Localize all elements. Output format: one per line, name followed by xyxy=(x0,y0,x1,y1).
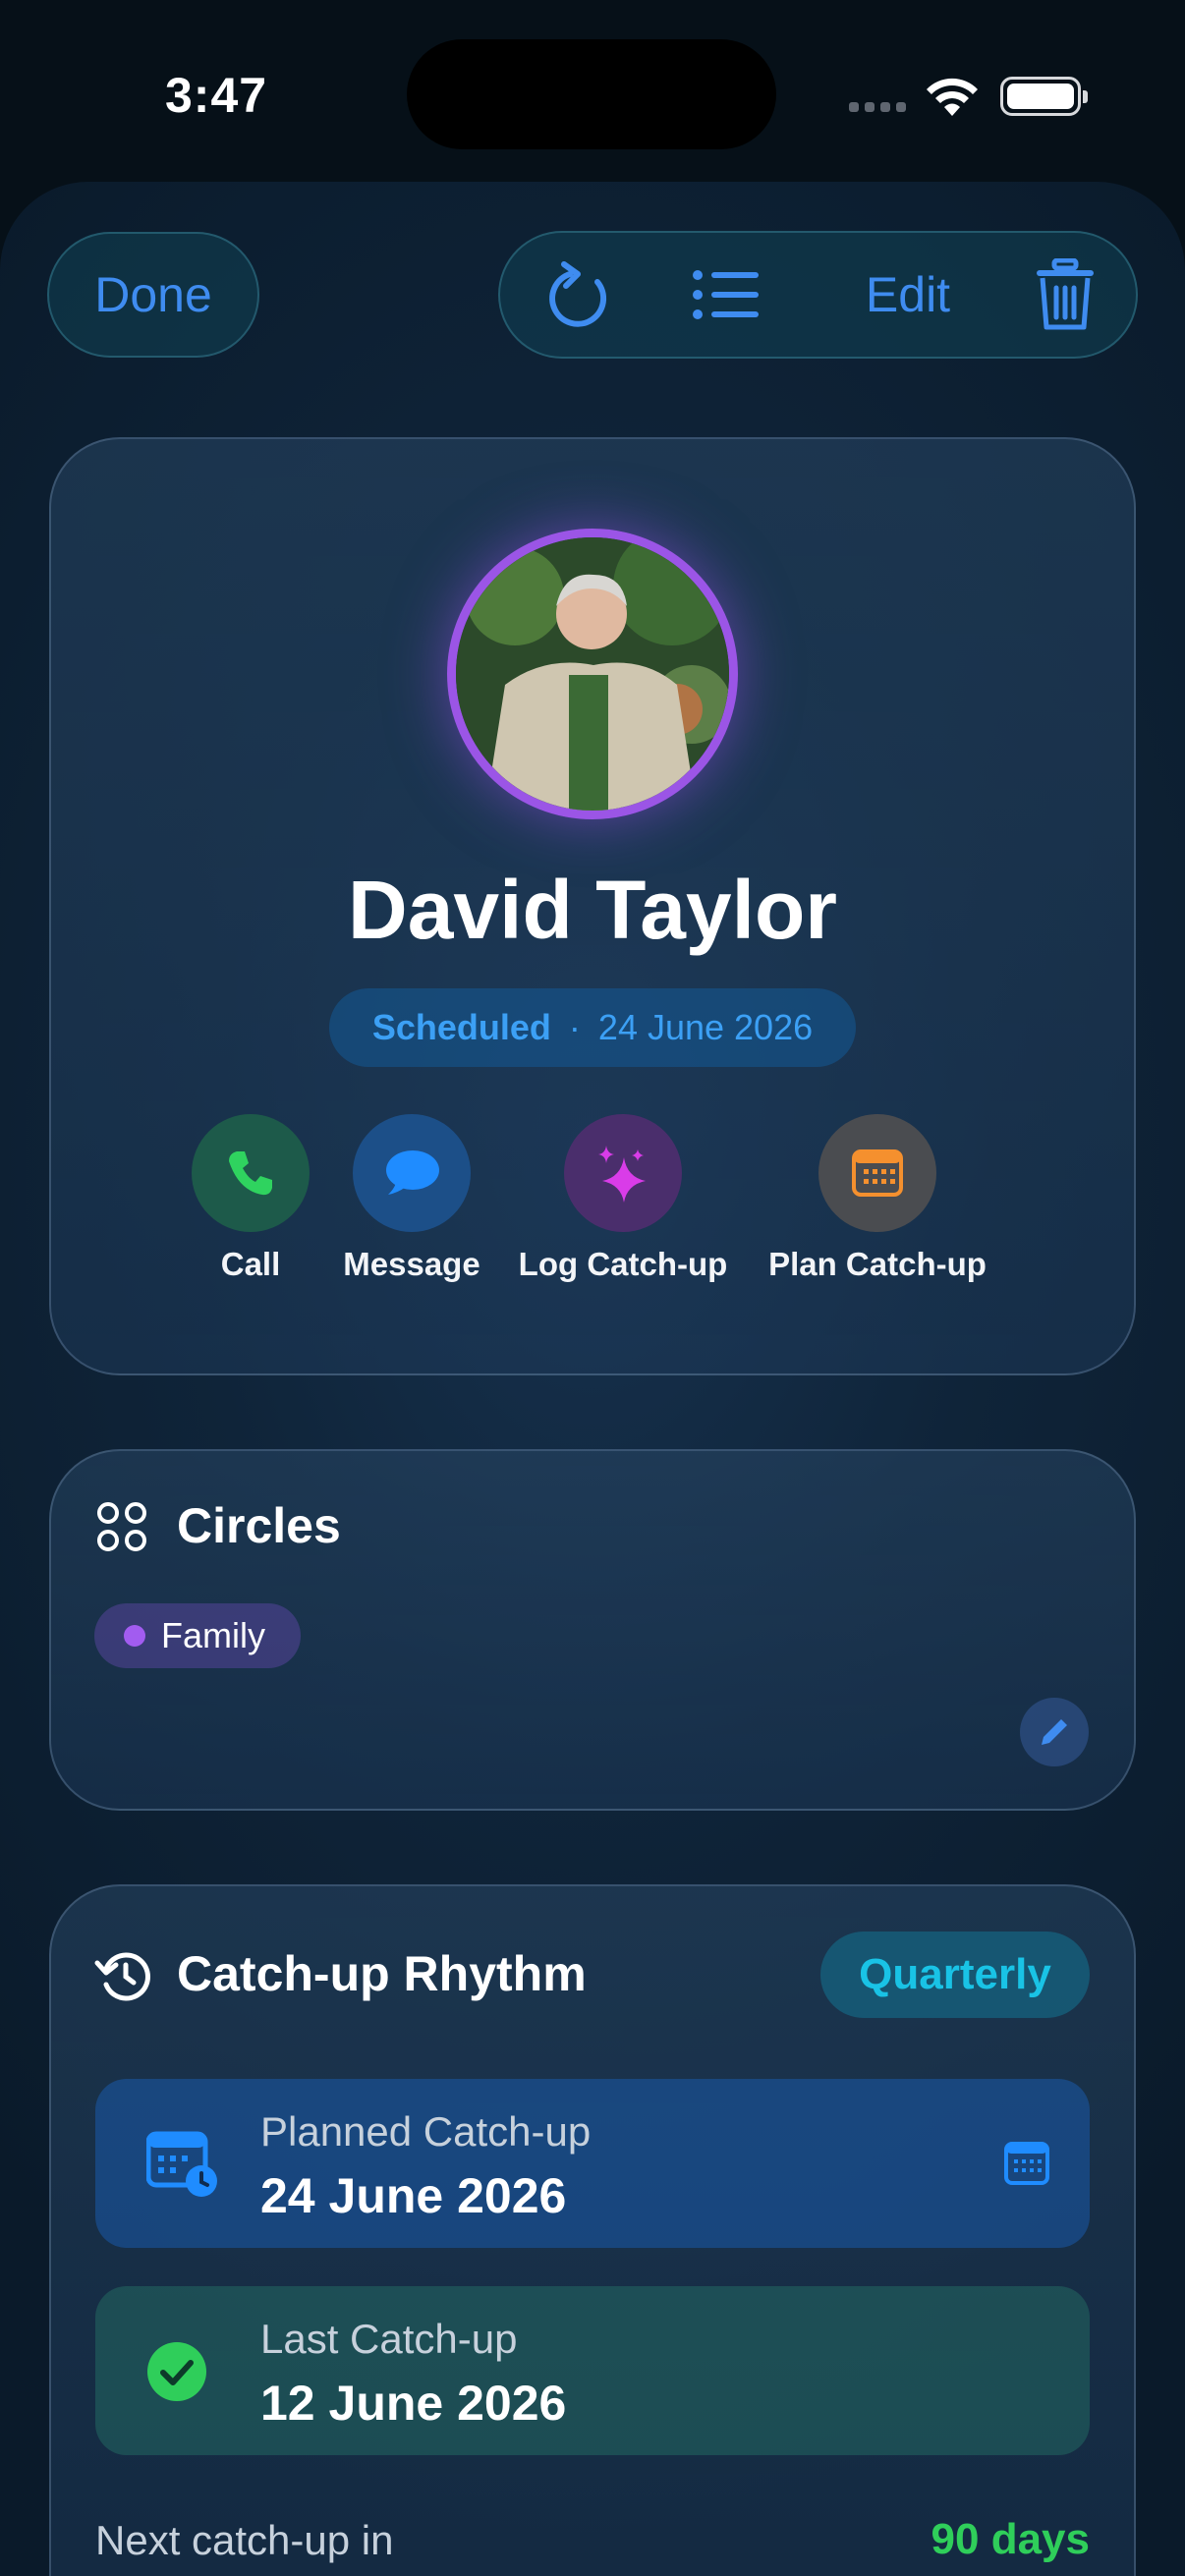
cellular-signal-icon xyxy=(849,102,906,112)
next-catchup-label: Next catch-up in xyxy=(95,2517,394,2563)
history-clock-icon xyxy=(94,1952,150,2001)
checkmark-circle-icon xyxy=(147,2342,206,2401)
rhythm-title: Catch-up Rhythm xyxy=(177,1946,587,2001)
trash-icon xyxy=(1037,258,1094,330)
status-separator: · xyxy=(568,1007,581,1047)
list-icon xyxy=(693,270,759,319)
log-catchup-button[interactable]: Log Catch-up xyxy=(505,1114,741,1283)
circle-chip-family[interactable]: Family xyxy=(94,1603,301,1668)
message-bubble-icon xyxy=(386,1150,439,1195)
delete-button[interactable] xyxy=(1011,233,1119,357)
edit-button[interactable]: Edit xyxy=(834,233,982,357)
last-catchup-row[interactable]: Last Catch-up 12 June 2026 xyxy=(95,2286,1090,2455)
status-time: 3:47 xyxy=(165,68,268,123)
calendar-icon xyxy=(852,1149,903,1197)
next-catchup-value: 90 days xyxy=(931,2515,1090,2563)
frequency-badge[interactable]: Quarterly xyxy=(820,1932,1090,2018)
list-button[interactable] xyxy=(667,233,785,357)
plan-catchup-button[interactable]: Plan Catch-up xyxy=(760,1114,995,1283)
contact-name: David Taylor xyxy=(348,864,837,956)
sparkle-icon xyxy=(598,1146,646,1203)
toolbar-actions: Edit xyxy=(498,231,1138,359)
status-date: 24 June 2026 xyxy=(597,1007,814,1047)
planned-catchup-row[interactable]: Planned Catch-up 24 June 2026 xyxy=(95,2079,1090,2248)
dynamic-island xyxy=(407,39,776,149)
refresh-button[interactable] xyxy=(526,233,634,357)
wifi-icon xyxy=(927,78,978,116)
chip-color-dot xyxy=(124,1625,145,1647)
avatar[interactable] xyxy=(447,529,738,819)
calendar-icon[interactable] xyxy=(1004,2142,1049,2185)
refresh-icon xyxy=(549,261,607,327)
chip-label: Family xyxy=(161,1615,265,1655)
last-date: 12 June 2026 xyxy=(260,2376,567,2431)
circles-icon xyxy=(97,1502,146,1551)
status-label: Scheduled xyxy=(371,1007,551,1047)
last-label: Last Catch-up xyxy=(260,2316,518,2362)
message-button[interactable]: Message xyxy=(294,1114,530,1283)
circles-title: Circles xyxy=(177,1498,341,1553)
battery-icon xyxy=(1000,77,1088,116)
calendar-clock-icon xyxy=(146,2131,217,2197)
pencil-icon xyxy=(1042,1719,1067,1745)
edit-circles-button[interactable] xyxy=(1020,1698,1089,1766)
done-button[interactable]: Done xyxy=(47,232,259,358)
planned-date: 24 June 2026 xyxy=(260,2168,567,2223)
phone-icon xyxy=(229,1151,272,1196)
planned-label: Planned Catch-up xyxy=(260,2108,592,2155)
status-badge: Scheduled · 24 June 2026 xyxy=(329,988,856,1067)
avatar-photo xyxy=(456,537,729,811)
